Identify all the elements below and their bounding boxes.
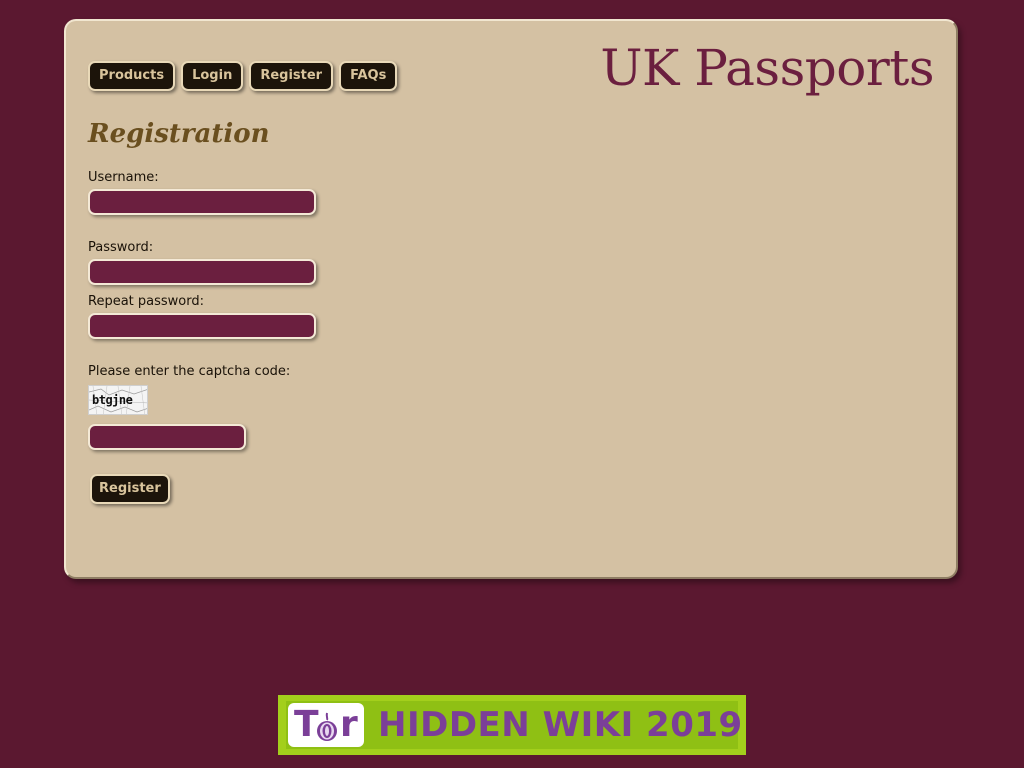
tor-logo: T r xyxy=(288,703,364,747)
banner-text: HIDDEN WIKI 2019 xyxy=(378,705,743,745)
onion-icon xyxy=(317,712,337,741)
register-submit-button[interactable]: Register xyxy=(90,474,170,504)
captcha-text: btgjne xyxy=(92,393,133,407)
username-label: Username: xyxy=(88,170,159,185)
username-input[interactable] xyxy=(88,189,316,215)
nav-register-button[interactable]: Register xyxy=(249,61,334,91)
banner-inner: T r HIDDEN WIKI 2019 xyxy=(286,701,742,749)
site-title: UK Passports xyxy=(600,39,934,97)
captcha-label: Please enter the captcha code: xyxy=(88,364,291,379)
repeat-password-input[interactable] xyxy=(88,313,316,339)
logo-letter-r: r xyxy=(340,704,358,745)
main-panel: UK Passports Products Login Register FAQ… xyxy=(64,19,958,579)
repeat-password-label: Repeat password: xyxy=(88,294,204,309)
nav-login-button[interactable]: Login xyxy=(181,61,244,91)
page-heading: Registration xyxy=(88,119,270,149)
logo-letter-t: T xyxy=(294,704,319,745)
nav-faqs-button[interactable]: FAQs xyxy=(339,61,398,91)
nav-products-button[interactable]: Products xyxy=(88,61,176,91)
password-label: Password: xyxy=(88,240,154,255)
captcha-input[interactable] xyxy=(88,424,246,450)
password-input[interactable] xyxy=(88,259,316,285)
top-nav: Products Login Register FAQs xyxy=(88,61,398,91)
captcha-image: btgjne xyxy=(88,385,148,415)
hidden-wiki-banner[interactable]: T r HIDDEN WIKI 2019 xyxy=(278,695,746,755)
